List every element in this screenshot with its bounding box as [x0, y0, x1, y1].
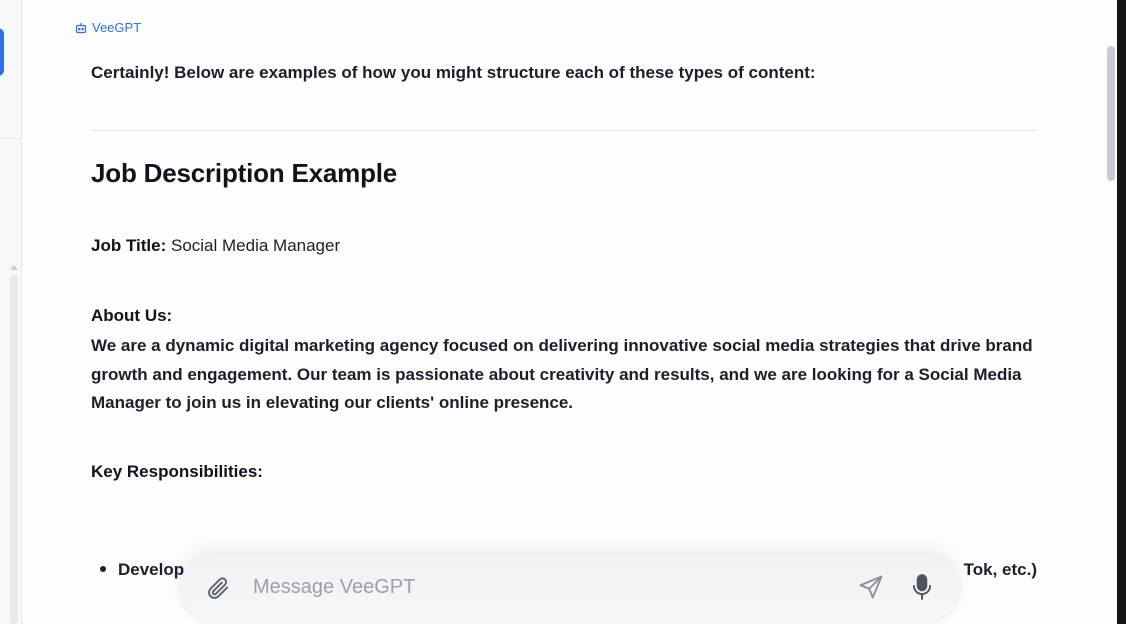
- message-intro: Certainly! Below are examples of how you…: [91, 63, 816, 82]
- responsibilities-line: Key Responsibilities:: [91, 462, 263, 482]
- microphone-icon[interactable]: [909, 573, 935, 601]
- bullet-text-start: Develop: [118, 560, 185, 579]
- sidebar-edge: [0, 0, 22, 624]
- window-edge: [1117, 0, 1126, 624]
- section-heading: Job Description Example: [91, 158, 398, 188]
- message-composer: [181, 553, 959, 621]
- about-label: About Us:: [91, 306, 173, 325]
- sidebar-active-indicator[interactable]: [0, 28, 4, 76]
- bot-label: VeeGPT: [75, 20, 141, 35]
- send-icon[interactable]: [857, 573, 885, 601]
- sidebar-scrollbar[interactable]: [10, 275, 18, 624]
- list-item: Develop: [91, 560, 184, 580]
- about-text: We are a dynamic digital marketing agenc…: [91, 336, 1033, 412]
- job-title-label: Job Title:: [91, 236, 167, 255]
- message-input[interactable]: [251, 571, 845, 603]
- bot-icon: [75, 22, 87, 33]
- about-label-line: About Us:: [91, 306, 172, 326]
- chat-scrollbar-thumb[interactable]: [1107, 46, 1115, 181]
- job-title-value: Social Media Manager: [170, 236, 341, 255]
- sidebar-scroll-up-arrow[interactable]: [10, 265, 18, 270]
- paperclip-icon[interactable]: [205, 575, 231, 601]
- sidebar-divider: [0, 138, 21, 139]
- bullet-text-end: Tok, etc.): [963, 560, 1037, 579]
- divider: [91, 130, 1037, 131]
- bullet-dot: [100, 566, 106, 573]
- responsibilities-label: Key Responsibilities:: [91, 462, 263, 481]
- chat-panel: VeeGPT Certainly! Below are examples of …: [22, 0, 1116, 624]
- job-title-line: Job Title: Social Media Manager: [91, 236, 340, 256]
- bot-name: VeeGPT: [92, 20, 142, 35]
